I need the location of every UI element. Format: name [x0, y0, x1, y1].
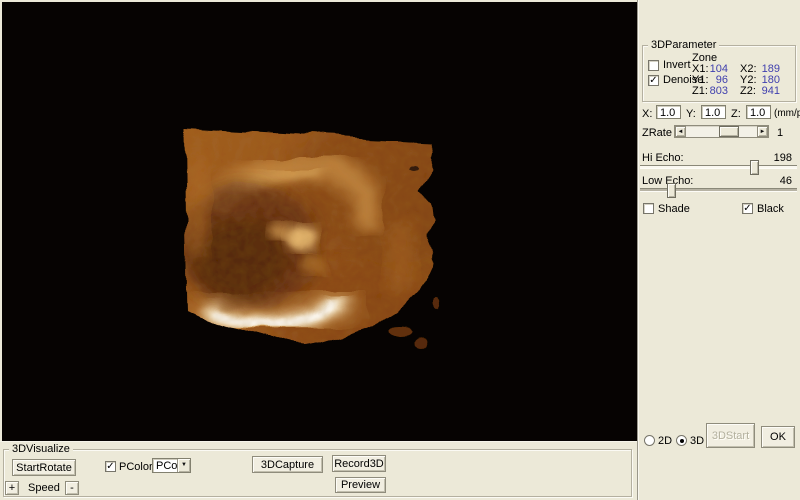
3dstart-button[interactable]: 3DStart — [706, 423, 755, 448]
start-rotate-button[interactable]: StartRotate — [12, 459, 76, 476]
mode-3d-label: 3D — [690, 435, 704, 447]
zone-z2-value: 941 — [755, 85, 780, 97]
parameter-panel: 3DParameter Invert ✓ Denoise Zone X1: 10… — [637, 0, 800, 500]
zrate-label: ZRate — [642, 127, 672, 139]
hi-echo-label: Hi Echo: — [642, 152, 684, 164]
ultrasound-3d-app: { "icons": { "check": "✓", "dropdown_arr… — [0, 0, 800, 500]
zone-z2-label: Z2: — [740, 85, 756, 97]
denoise-checkbox[interactable]: ✓ — [648, 75, 659, 86]
3dcapture-button[interactable]: 3DCapture — [252, 456, 323, 473]
scale-z-field[interactable]: 1.0 — [746, 105, 771, 119]
hi-echo-slider-thumb[interactable] — [750, 160, 759, 175]
zrate-track[interactable] — [686, 126, 757, 137]
param-groupbox: 3DParameter Invert ✓ Denoise Zone X1: 10… — [642, 45, 796, 102]
ok-button[interactable]: OK — [761, 426, 795, 448]
invert-label: Invert — [663, 59, 691, 71]
visualize-panel: 3DVisualize StartRotate ✓ PColor PColor … — [0, 441, 637, 500]
zrate-right-arrow-icon[interactable]: ► — [757, 126, 768, 137]
visualize-group-title: 3DVisualize — [9, 443, 73, 455]
shade-label: Shade — [658, 203, 690, 215]
zrate-value: 1 — [777, 127, 783, 139]
hi-echo-slider[interactable] — [640, 165, 797, 169]
low-echo-slider-thumb[interactable] — [667, 183, 676, 198]
scale-y-label: Y: — [686, 108, 696, 120]
ultrasound-3d-render — [2, 2, 637, 441]
scale-x-field[interactable]: 1.0 — [656, 105, 681, 119]
hi-echo-value: 198 — [774, 152, 792, 164]
shade-checkbox[interactable] — [643, 203, 654, 214]
pcolor-checkbox[interactable]: ✓ — [105, 461, 116, 472]
mode-3d-radio[interactable] — [676, 435, 687, 446]
low-echo-value: 46 — [780, 175, 792, 187]
preview-button[interactable]: Preview — [335, 477, 386, 493]
pcolor-dropdown-arrow-icon[interactable]: ▼ — [177, 459, 190, 472]
black-checkbox[interactable]: ✓ — [742, 203, 753, 214]
invert-checkbox[interactable] — [648, 60, 659, 71]
pcolor-label: PColor — [119, 461, 153, 473]
zrate-left-arrow-icon[interactable]: ◄ — [675, 126, 686, 137]
scale-z-label: Z: — [731, 108, 741, 120]
param-group-title: 3DParameter — [648, 39, 719, 51]
low-echo-slider[interactable] — [640, 188, 797, 192]
pcolor-dropdown[interactable]: PColor ▼ — [152, 458, 191, 473]
mode-2d-radio[interactable] — [644, 435, 655, 446]
black-label: Black — [757, 203, 784, 215]
scale-x-label: X: — [642, 108, 652, 120]
scale-y-field[interactable]: 1.0 — [701, 105, 726, 119]
scale-unit-label: (mm/p) — [774, 108, 800, 119]
render-viewport[interactable] — [2, 2, 637, 441]
speed-label: Speed — [28, 482, 60, 494]
zone-z1-value: 803 — [705, 85, 728, 97]
zrate-scrollbar[interactable]: ◄ ► — [674, 125, 769, 138]
zrate-thumb[interactable] — [719, 126, 739, 137]
speed-minus-button[interactable]: - — [65, 481, 79, 495]
record3d-button[interactable]: Record3D — [332, 455, 386, 472]
speed-plus-button[interactable]: + — [5, 481, 19, 495]
mode-2d-label: 2D — [658, 435, 672, 447]
